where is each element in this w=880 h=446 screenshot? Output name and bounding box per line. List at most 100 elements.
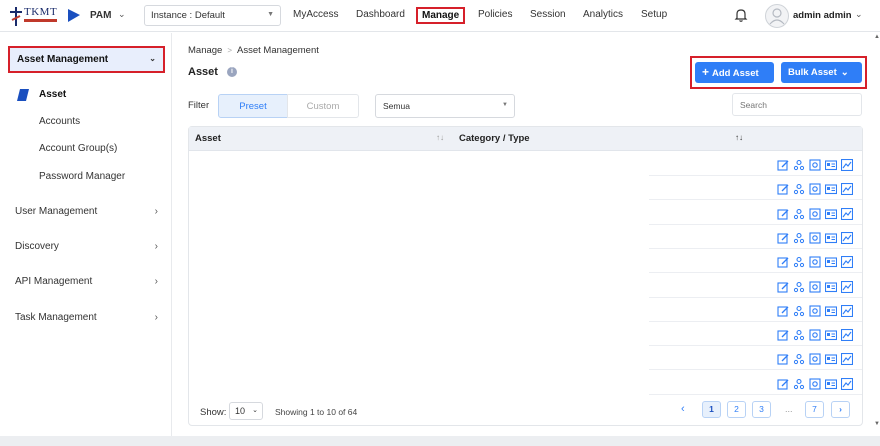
edit-icon[interactable] [777,208,789,220]
settings-icon[interactable] [809,208,821,220]
column-header-category-type[interactable]: Category / Type [459,133,530,144]
id-card-icon[interactable] [825,208,837,220]
chart-icon[interactable] [841,280,853,293]
settings-icon[interactable] [809,256,821,268]
settings-icon[interactable] [809,378,821,390]
search-input[interactable] [732,93,862,116]
sidebar-item-asset[interactable]: Asset [39,89,66,100]
sidebar-item-user-management[interactable]: User Management › [15,206,165,217]
users-icon[interactable] [793,281,805,293]
bell-icon[interactable] [734,8,748,22]
users-icon[interactable] [793,256,805,268]
id-card-icon[interactable] [825,159,837,171]
chart-icon[interactable] [841,183,853,196]
edit-icon[interactable] [777,281,789,293]
id-card-icon[interactable] [825,183,837,195]
avatar[interactable] [765,4,789,28]
next-page-icon[interactable]: › [831,401,850,418]
id-card-icon[interactable] [825,329,837,341]
chart-icon[interactable] [841,353,853,366]
id-card-icon[interactable] [825,353,837,365]
username[interactable]: admin admin [793,10,852,21]
sidebar-item-task-management[interactable]: Task Management › [15,312,165,323]
id-card-icon[interactable] [825,305,837,317]
row-divider [649,393,862,395]
breadcrumb-manage[interactable]: Manage [188,45,222,56]
chart-icon[interactable] [841,231,853,244]
sidebar-item-api-management[interactable]: API Management › [15,276,165,287]
sidebar-item-accounts[interactable]: Accounts [39,116,80,127]
sidebar-item-password-manager[interactable]: Password Manager [39,171,125,182]
edit-icon[interactable] [777,378,789,390]
scroll-up-arrow-icon[interactable]: ▲ [874,34,880,40]
page-button-7[interactable]: 7 [805,401,824,418]
sidebar-section-asset-management[interactable]: Asset Management ⌄ [8,46,165,73]
chart-icon[interactable] [841,159,853,171]
bulk-asset-button[interactable]: Bulk Asset ⌄ [781,62,862,83]
users-icon[interactable] [793,353,805,365]
users-icon[interactable] [793,183,805,195]
sort-icon[interactable]: ↑↓ [735,133,743,142]
id-card-icon[interactable] [825,232,837,244]
category-select[interactable]: Semua ▼ [375,94,515,118]
table-row [777,183,857,197]
users-icon[interactable] [793,378,805,390]
prev-page-icon[interactable]: ‹ [681,403,685,415]
row-divider [649,272,862,274]
users-icon[interactable] [793,159,805,171]
edit-icon[interactable] [777,256,789,268]
id-card-icon[interactable] [825,281,837,293]
chart-icon[interactable] [841,329,853,342]
chevron-down-icon[interactable]: ⌄ [118,9,126,20]
users-icon[interactable] [793,232,805,244]
scroll-down-arrow-icon[interactable]: ▼ [874,421,880,427]
page-button-3[interactable]: 3 [752,401,771,418]
sidebar-item-account-groups[interactable]: Account Group(s) [39,143,117,154]
filter-tab-custom[interactable]: Custom [287,94,359,118]
edit-icon[interactable] [777,159,789,171]
chart-icon[interactable] [841,377,853,390]
nav-analytics[interactable]: Analytics [583,9,623,20]
nav-manage[interactable]: Manage [416,7,466,24]
edit-icon[interactable] [777,329,789,341]
product-switcher[interactable]: PAM [90,10,111,21]
nav-session[interactable]: Session [530,9,566,20]
edit-icon[interactable] [777,305,789,317]
settings-icon[interactable] [809,280,821,293]
settings-icon[interactable] [809,232,821,244]
nav-setup[interactable]: Setup [641,9,667,20]
nav-dashboard[interactable]: Dashboard [356,9,405,20]
page-size-select[interactable]: 10 ⌄ [229,402,263,420]
chevron-down-icon: ⌄ [149,54,156,63]
info-icon[interactable]: i [227,67,237,77]
chart-icon[interactable] [841,207,853,220]
page-button-1[interactable]: 1 [702,401,721,418]
add-asset-button[interactable]: + Add Asset [695,62,774,83]
edit-icon[interactable] [777,353,789,365]
page-button-2[interactable]: 2 [727,401,746,418]
settings-icon[interactable] [809,183,821,195]
sidebar-item-discovery[interactable]: Discovery › [15,241,165,252]
users-icon[interactable] [793,208,805,220]
edit-icon[interactable] [777,183,789,195]
users-icon[interactable] [793,305,805,317]
nav-policies[interactable]: Policies [478,9,512,20]
chart-icon[interactable] [841,304,853,317]
filter-tab-preset[interactable]: Preset [218,94,288,118]
id-card-icon[interactable] [825,256,837,268]
instance-select[interactable]: Instance : Default ▼ [144,5,281,26]
chevron-down-icon[interactable]: ⌄ [855,9,863,20]
sort-icon[interactable]: ↑↓ [436,133,444,142]
company-logo[interactable]: TKMT [9,6,57,28]
chart-icon[interactable] [841,256,853,269]
column-header-asset[interactable]: Asset [195,133,221,144]
settings-icon[interactable] [809,305,821,317]
settings-icon[interactable] [809,353,821,365]
pagination-bar: Show: 10 ⌄ Showing 1 to 10 of 64 ‹ 1 2 3… [189,397,862,425]
users-icon[interactable] [793,329,805,341]
edit-icon[interactable] [777,232,789,244]
nav-myaccess[interactable]: MyAccess [293,9,339,20]
settings-icon[interactable] [809,159,821,171]
id-card-icon[interactable] [825,378,837,390]
settings-icon[interactable] [809,329,821,341]
